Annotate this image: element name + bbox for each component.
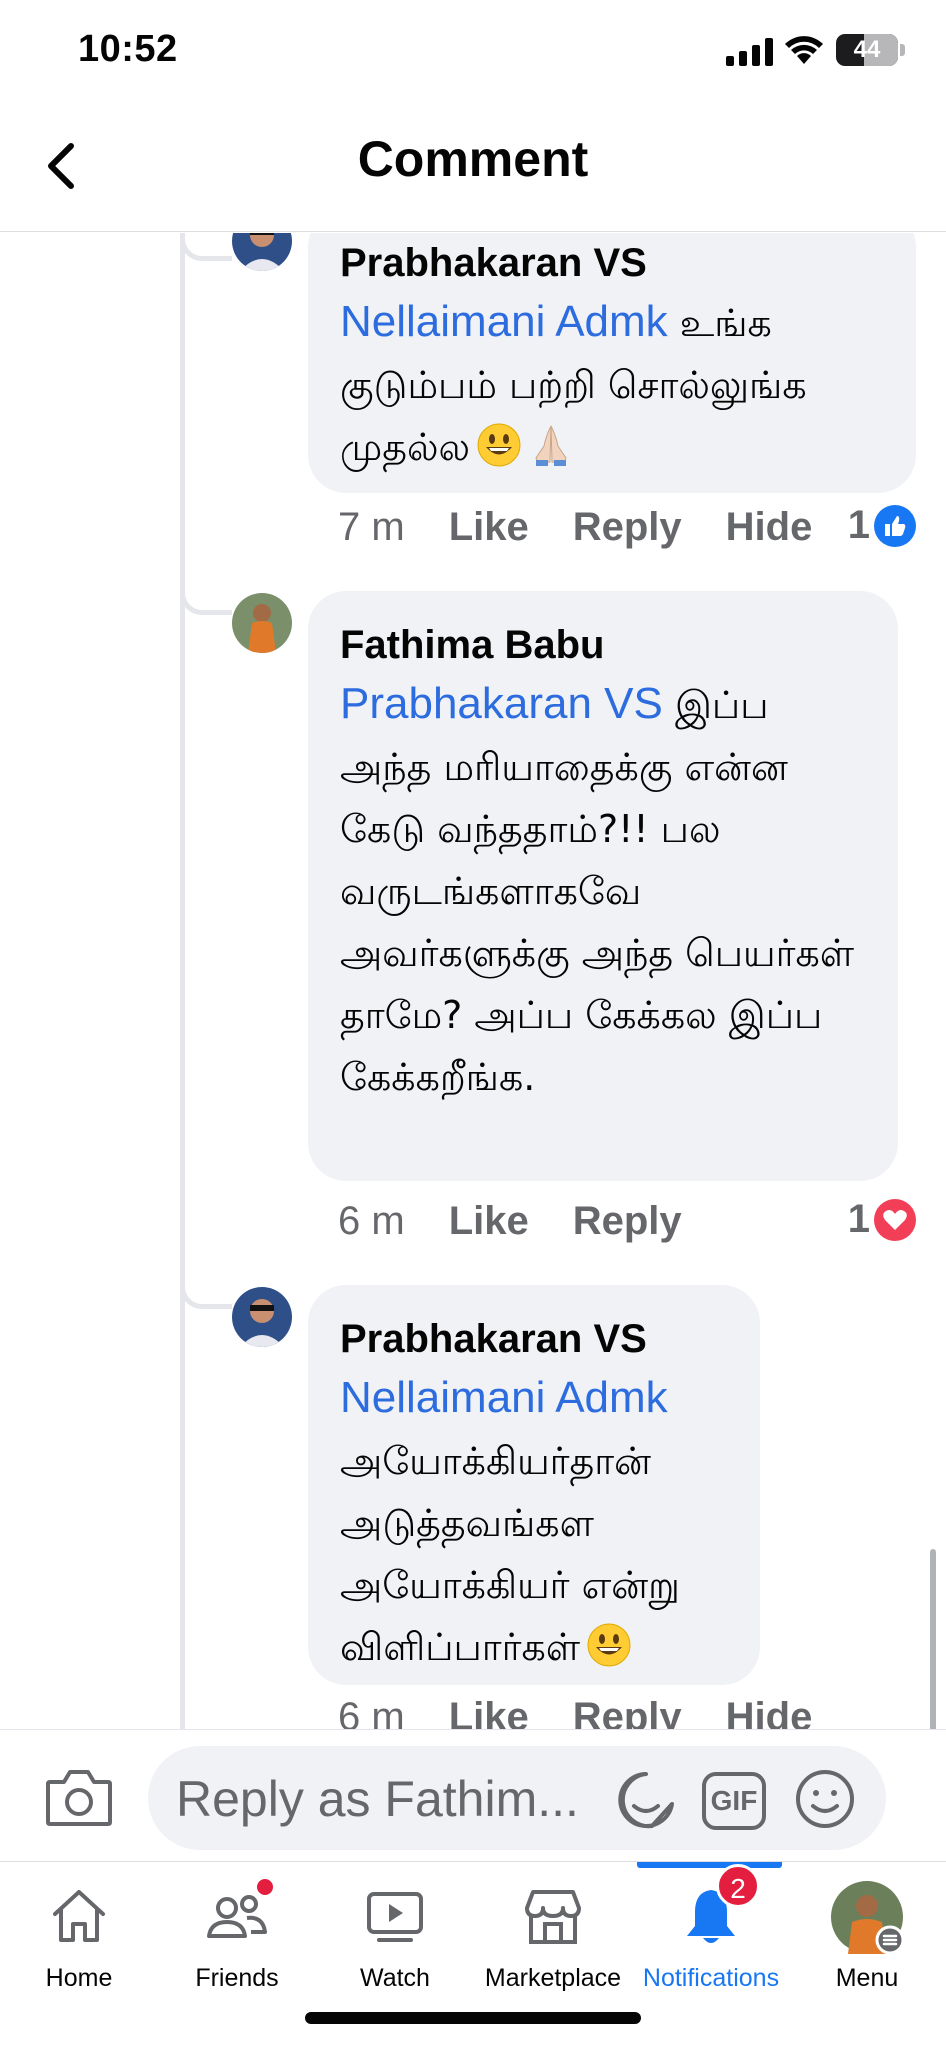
comment-time: 6 m [338, 1199, 405, 1243]
reply-button[interactable]: Reply [573, 1695, 682, 1729]
camera-icon [46, 1770, 112, 1826]
thread-branch [180, 579, 232, 615]
sticker-icon [618, 1772, 674, 1829]
comment-bubble[interactable]: Fathima Babu Prabhakaran VS இப்ப அந்த மர… [308, 591, 898, 1181]
notification-badge: 2 [716, 1864, 760, 1908]
tab-watch[interactable]: Watch [316, 1862, 474, 2012]
hide-button[interactable]: Hide [726, 505, 813, 550]
battery-indicator: 44 [836, 34, 898, 66]
home-indicator [305, 2012, 641, 2024]
watch-icon [367, 1892, 423, 1942]
reply-placeholder: Reply as Fathim... [176, 1771, 579, 1827]
home-icon [53, 1890, 105, 1942]
tab-notifications[interactable]: 2 Notifications [632, 1862, 790, 2012]
avatar-photo [232, 593, 292, 653]
smiley-icon [796, 1770, 854, 1828]
emoji-button[interactable] [794, 1768, 856, 1830]
reaction-summary[interactable]: 1 [848, 503, 916, 548]
like-button[interactable]: Like [449, 1199, 529, 1244]
comment-actions: 7 m Like Reply Hide [338, 505, 812, 550]
mention-link[interactable]: Nellaimani Admk [340, 1373, 668, 1422]
tab-label: Menu [835, 1964, 899, 1992]
reaction-count: 1 [847, 503, 870, 547]
gif-button[interactable]: GIF [702, 1772, 766, 1830]
scrollbar-thumb[interactable] [930, 1549, 936, 1729]
hide-button[interactable]: Hide [726, 1695, 813, 1729]
comment-time: 6 m [338, 1695, 405, 1729]
folded-hands-icon [535, 425, 567, 466]
wifi-icon [785, 36, 823, 64]
like-button[interactable]: Like [449, 505, 529, 550]
heart-icon [874, 1198, 916, 1241]
avatar-photo [232, 233, 292, 271]
thread-branch [180, 233, 232, 261]
comment-actions: 6 m Like Reply Hide [338, 1695, 812, 1729]
tab-label: Watch [360, 1964, 430, 1992]
tab-label: Marketplace [484, 1964, 622, 1992]
tab-label: Home [45, 1964, 113, 1992]
profile-avatar [831, 1881, 904, 1954]
notification-dot [254, 1876, 276, 1898]
mention-link[interactable]: Nellaimani Admk [340, 297, 668, 346]
grinning-face-icon [587, 1623, 631, 1667]
comment-bubble[interactable]: Prabhakaran VS Nellaimani Admk உங்க குடு… [308, 233, 916, 493]
page-title: Comment [357, 131, 589, 187]
comment-text: Nellaimani Admk உங்க குடும்பம் பற்றி சொல… [340, 291, 884, 478]
grinning-face-icon [477, 423, 521, 467]
reply-input[interactable]: Reply as Fathim... GIF [148, 1746, 886, 1850]
status-time: 10:52 [78, 28, 178, 70]
avatar-photo [232, 1287, 292, 1347]
comment-text: Prabhakaran VS இப்ப அந்த மரியாதைக்கு என்… [340, 673, 870, 1108]
tab-marketplace[interactable]: Marketplace [474, 1862, 632, 2012]
camera-button[interactable] [44, 1766, 114, 1828]
comment-body: இப்ப அந்த மரியாதைக்கு என்ன கேடு வந்ததாம்… [340, 683, 855, 1099]
comment-bubble[interactable]: Prabhakaran VS Nellaimani Admk அயோக்கியர… [308, 1285, 760, 1685]
marketplace-icon [525, 1890, 581, 1944]
battery-level: 44 [853, 36, 881, 63]
cellular-signal-icon [726, 38, 773, 66]
tab-friends[interactable]: Friends [158, 1862, 316, 2012]
avatar[interactable] [232, 233, 292, 271]
comment-text: Nellaimani Admk அயோக்கியர்தான் அடுத்தவங்… [340, 1367, 740, 1678]
sticker-button[interactable] [614, 1768, 678, 1832]
comment-thread[interactable]: Prabhakaran VS Nellaimani Admk உங்க குடு… [0, 233, 946, 1729]
tab-label: Friends [195, 1964, 279, 1992]
tab-label: Notifications [642, 1964, 780, 1992]
avatar[interactable] [232, 593, 292, 653]
comment-actions: 6 m Like Reply [338, 1199, 682, 1244]
reply-button[interactable]: Reply [573, 1199, 682, 1244]
reply-button[interactable]: Reply [573, 505, 682, 550]
avatar[interactable] [232, 1287, 292, 1347]
thread-branch [180, 1273, 232, 1309]
status-bar: 10:52 44 [0, 0, 946, 100]
reaction-summary[interactable]: 1 [848, 1197, 916, 1242]
tab-home[interactable]: Home [0, 1862, 158, 2012]
header: Comment [0, 100, 946, 232]
mention-link[interactable]: Prabhakaran VS [340, 679, 663, 728]
thumbs-up-icon [874, 504, 916, 547]
like-button[interactable]: Like [449, 1695, 529, 1729]
comment-author[interactable]: Fathima Babu [340, 617, 866, 673]
reply-composer: Reply as Fathim... GIF [0, 1729, 946, 1861]
tab-menu[interactable]: Menu [788, 1862, 946, 2012]
reaction-count: 1 [847, 1197, 870, 1241]
comment-time: 7 m [338, 505, 405, 549]
battery-cap [900, 44, 905, 56]
thread-line [180, 233, 185, 1729]
comment-author[interactable]: Prabhakaran VS [340, 235, 884, 291]
comment-author[interactable]: Prabhakaran VS [340, 1311, 728, 1367]
